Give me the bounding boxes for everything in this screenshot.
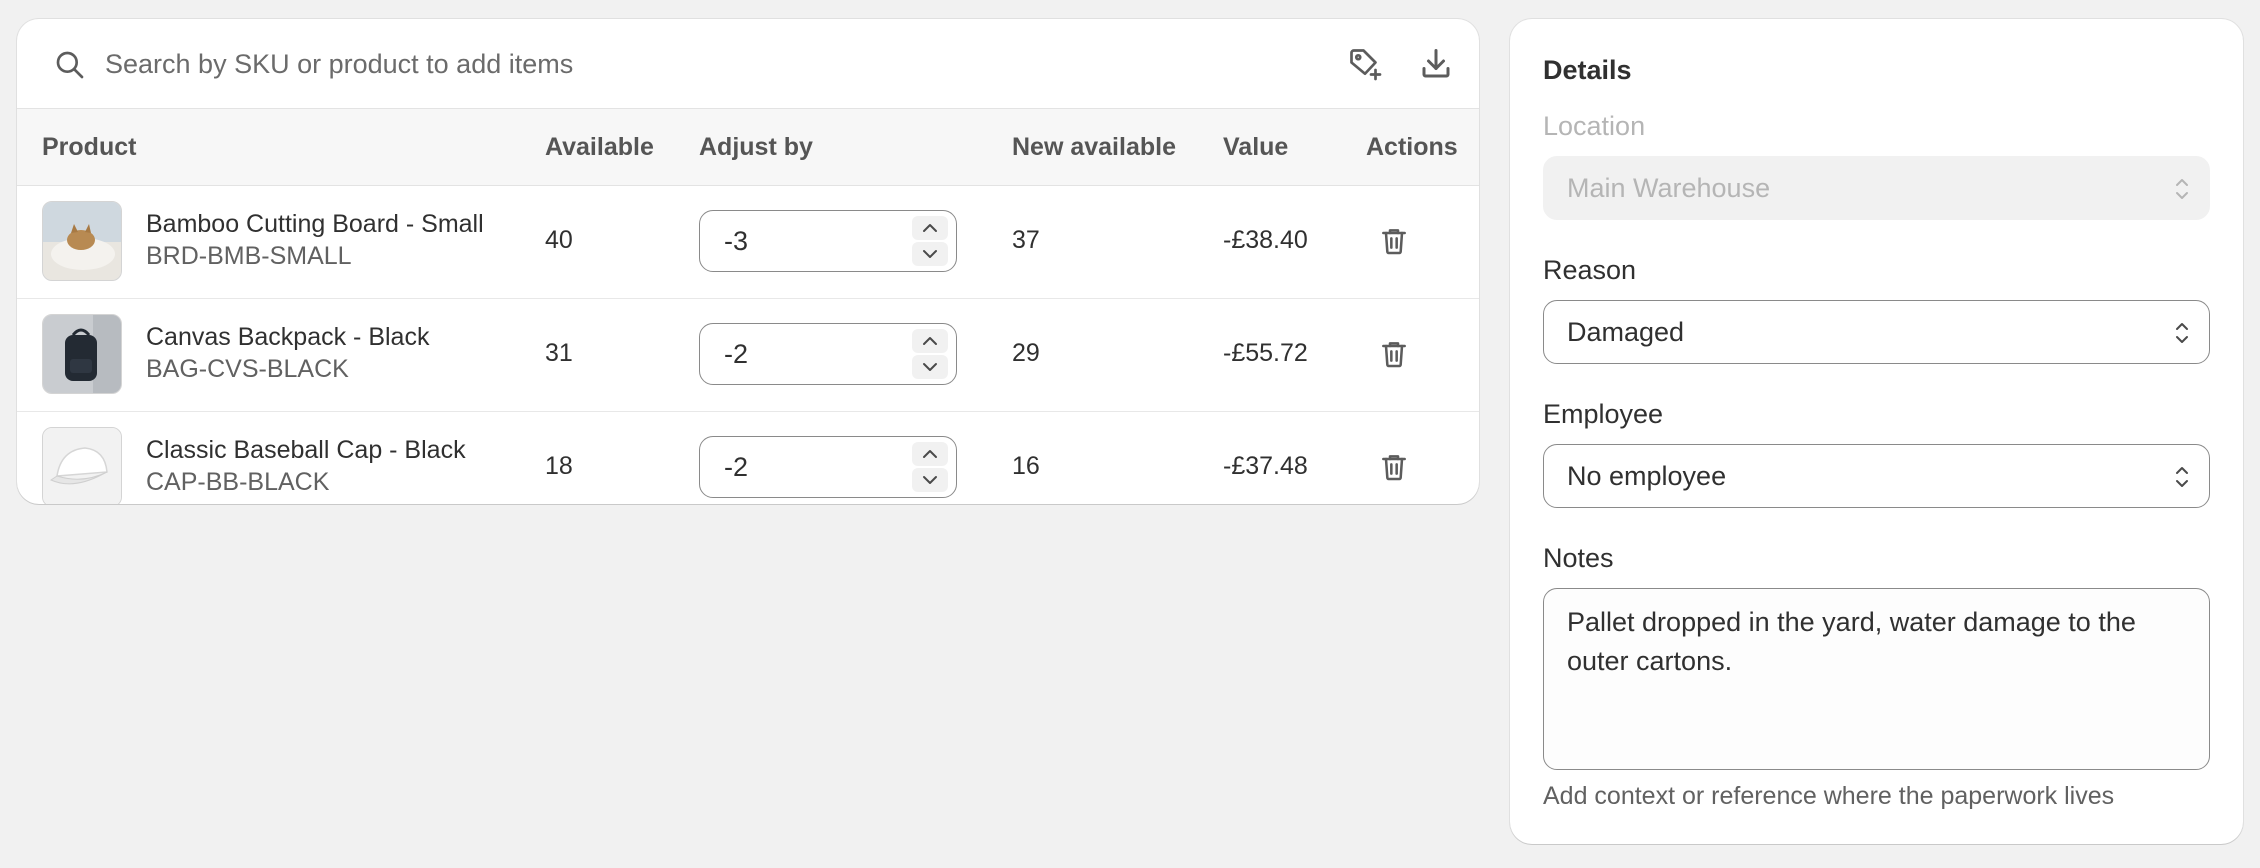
trash-icon[interactable] <box>1378 450 1410 484</box>
trash-icon[interactable] <box>1378 224 1410 258</box>
available-value: 40 <box>545 226 573 254</box>
location-label: Location <box>1543 111 1646 141</box>
header-available[interactable]: Available <box>545 118 654 176</box>
reason-value: Damaged <box>1567 317 1685 347</box>
stepper-controls <box>912 216 948 266</box>
location-select: Main Warehouse <box>1543 156 2210 220</box>
download-icon[interactable] <box>1418 46 1454 82</box>
product-thumbnail <box>42 201 122 281</box>
employee-label: Employee <box>1543 399 1664 429</box>
stepper-controls <box>912 329 948 379</box>
product-thumbnail <box>42 314 122 394</box>
new-available-value: 37 <box>1012 226 1040 254</box>
search-input[interactable]: Search by SKU or product to add items <box>105 47 573 81</box>
header-new-available[interactable]: New available <box>1012 118 1176 176</box>
add-tag-icon[interactable] <box>1347 46 1383 82</box>
employee-value: No employee <box>1567 461 1727 491</box>
product-thumbnail <box>42 427 122 504</box>
trash-icon[interactable] <box>1378 337 1410 371</box>
increment-button[interactable] <box>912 442 948 466</box>
decrement-button[interactable] <box>912 242 948 266</box>
select-chevron-icon <box>2176 323 2188 343</box>
reason-select[interactable]: Damaged <box>1543 300 2210 364</box>
new-available-value: 29 <box>1012 339 1040 367</box>
product-name[interactable]: Classic Baseball Cap - Black <box>146 435 466 465</box>
product-sku: BRD-BMB-SMALL <box>146 242 352 270</box>
header-actions: Actions <box>1366 133 1458 161</box>
adjust-by-stepper[interactable]: -2 <box>699 436 957 498</box>
header-adjust-by[interactable]: Adjust by <box>699 118 813 176</box>
increment-button[interactable] <box>912 329 948 353</box>
value-amount: -£38.40 <box>1223 226 1308 254</box>
increment-button[interactable] <box>912 216 948 240</box>
header-product[interactable]: Product <box>42 118 136 176</box>
details-title: Details <box>1543 55 1632 85</box>
header-value[interactable]: Value <box>1223 118 1288 176</box>
value-amount: -£55.72 <box>1223 339 1308 367</box>
chevron-down-icon <box>923 476 937 484</box>
product-name[interactable]: Bamboo Cutting Board - Small <box>146 209 484 239</box>
stepper-controls <box>912 442 948 492</box>
location-value: Main Warehouse <box>1567 173 1771 203</box>
table-row: Canvas Backpack - Black BAG-CVS-BLACK 31… <box>17 299 1479 412</box>
table-header: Product Available Adjust by New availabl… <box>17 109 1479 186</box>
select-chevron-icon <box>2176 467 2188 487</box>
chevron-up-icon <box>923 450 937 458</box>
new-available-value: 16 <box>1012 452 1040 480</box>
available-value: 31 <box>545 339 573 367</box>
notes-textarea[interactable]: Pallet dropped in the yard, water damage… <box>1543 588 2210 770</box>
product-sku: CAP-BB-BLACK <box>146 468 330 496</box>
reason-label: Reason <box>1543 255 1637 285</box>
notes-label: Notes <box>1543 543 1614 573</box>
search-bar[interactable]: Search by SKU or product to add items <box>17 19 1479 109</box>
product-name[interactable]: Canvas Backpack - Black <box>146 322 429 352</box>
available-value: 18 <box>545 452 573 480</box>
decrement-button[interactable] <box>912 355 948 379</box>
select-chevron-icon <box>2176 179 2188 199</box>
adjust-by-value[interactable]: -2 <box>724 452 748 482</box>
notes-help-text: Add context or reference where the paper… <box>1543 782 2115 810</box>
adjust-by-stepper[interactable]: -2 <box>699 323 957 385</box>
notes-text[interactable]: Pallet dropped in the yard, water damage… <box>1567 603 2187 681</box>
adjust-by-value[interactable]: -3 <box>724 226 748 256</box>
adjust-by-value[interactable]: -2 <box>724 339 748 369</box>
chevron-down-icon <box>923 250 937 258</box>
search-icon <box>56 51 84 79</box>
table-row: Classic Baseball Cap - Black CAP-BB-BLAC… <box>17 412 1479 504</box>
product-sku: BAG-CVS-BLACK <box>146 355 349 383</box>
inventory-adjustment-card: Search by SKU or product to add items Pr… <box>17 19 1479 504</box>
decrement-button[interactable] <box>912 468 948 492</box>
chevron-up-icon <box>923 337 937 345</box>
table-row: Bamboo Cutting Board - Small BRD-BMB-SMA… <box>17 186 1479 299</box>
value-amount: -£37.48 <box>1223 452 1308 480</box>
adjust-by-stepper[interactable]: -3 <box>699 210 957 272</box>
chevron-down-icon <box>923 363 937 371</box>
chevron-up-icon <box>923 224 937 232</box>
details-card: Details Location Main Warehouse Reason D… <box>1510 19 2243 844</box>
employee-select[interactable]: No employee <box>1543 444 2210 508</box>
